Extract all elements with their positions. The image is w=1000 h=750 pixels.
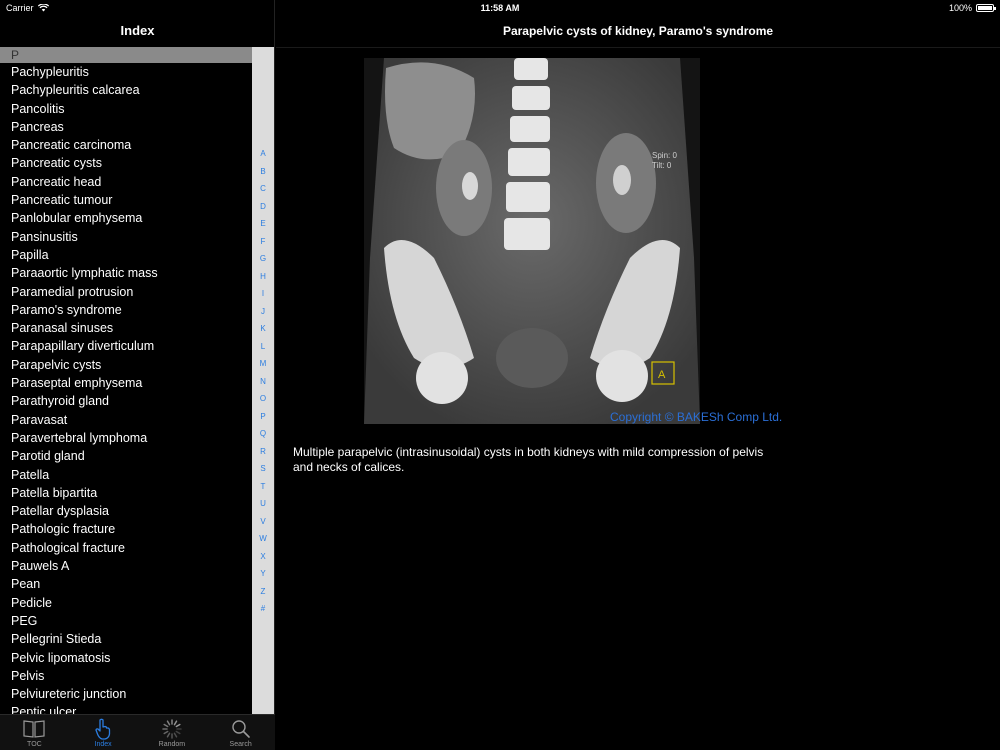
detail-panel: Parapelvic cysts of kidney, Paramo's syn…	[276, 0, 1000, 750]
alphabet-index-letter[interactable]: M	[252, 355, 274, 373]
alphabet-index-letter[interactable]: I	[252, 285, 274, 303]
index-list-item[interactable]: Pelviureteric junction	[0, 685, 252, 703]
ct-scan-image[interactable]: Spin: 0 Tilt: 0 A	[364, 58, 700, 424]
index-list-item[interactable]: Pachypleuritis	[0, 63, 252, 81]
index-list-item[interactable]: Pedicle	[0, 594, 252, 612]
tab-index-label: Index	[94, 741, 112, 748]
alphabet-index-letter[interactable]: T	[252, 478, 274, 496]
alphabet-index-letter[interactable]: A	[252, 145, 274, 163]
alphabet-index-letter[interactable]: U	[252, 495, 274, 513]
alphabet-index-letter[interactable]: P	[252, 408, 274, 426]
detail-title: Parapelvic cysts of kidney, Paramo's syn…	[502, 24, 774, 38]
index-list-item[interactable]: Parathyroid gland	[0, 392, 252, 410]
alphabet-index-letter[interactable]: G	[252, 250, 274, 268]
tab-bar: TOC Index Random Search	[0, 714, 275, 750]
index-list-item[interactable]: Pancreatic tumour	[0, 191, 252, 209]
index-list-item[interactable]: Pean	[0, 575, 252, 593]
alphabet-index-letter[interactable]: O	[252, 390, 274, 408]
alphabet-index-letter[interactable]: Q	[252, 425, 274, 443]
index-list-item[interactable]: Paravertebral lymphoma	[0, 429, 252, 447]
section-header: P	[0, 47, 252, 63]
pointing-hand-icon	[95, 718, 111, 740]
index-list-item[interactable]: Patella bipartita	[0, 484, 252, 502]
index-list-item[interactable]: PEG	[0, 612, 252, 630]
index-list-item[interactable]: Pachypleuritis calcarea	[0, 81, 252, 99]
alphabet-index-letter[interactable]: W	[252, 530, 274, 548]
alphabet-index-letter[interactable]: Y	[252, 565, 274, 583]
index-list-item[interactable]: Paravasat	[0, 411, 252, 429]
alphabet-index-letter[interactable]: F	[252, 233, 274, 251]
index-list-item[interactable]: Pauwels A	[0, 557, 252, 575]
index-list-item[interactable]: Panlobular emphysema	[0, 209, 252, 227]
tab-search[interactable]: Search	[206, 715, 275, 750]
index-list-item[interactable]: Pelvis	[0, 667, 252, 685]
alphabet-index-letter[interactable]: V	[252, 513, 274, 531]
tab-random-label: Random	[158, 741, 186, 748]
index-list-item[interactable]: Patella	[0, 466, 252, 484]
alphabet-index-letter[interactable]: #	[252, 600, 274, 618]
copyright-notice: Copyright © BAKESh Comp Ltd.	[610, 410, 783, 424]
alphabet-index-letter[interactable]: N	[252, 373, 274, 391]
index-list-item[interactable]: Parotid gland	[0, 447, 252, 465]
index-list-item[interactable]: Pathological fracture	[0, 539, 252, 557]
index-list-item[interactable]: Pathologic fracture	[0, 520, 252, 538]
alphabet-index-letter[interactable]: B	[252, 163, 274, 181]
index-list-item[interactable]: Peptic ulcer	[0, 703, 252, 714]
alphabet-index-letter[interactable]: J	[252, 303, 274, 321]
tab-search-label: Search	[229, 741, 252, 748]
index-list-item[interactable]: Parapelvic cysts	[0, 356, 252, 374]
index-list-item[interactable]: Paramedial protrusion	[0, 283, 252, 301]
index-list-item[interactable]: Pelvic lipomatosis	[0, 649, 252, 667]
index-list-item[interactable]: Pancreatic cysts	[0, 154, 252, 172]
index-list-item[interactable]: Pancreatic carcinoma	[0, 136, 252, 154]
index-list-item[interactable]: Pansinusitis	[0, 228, 252, 246]
ct-overlay-spin: Spin: 0	[652, 151, 677, 160]
nav-divider	[276, 47, 1000, 48]
index-list-item[interactable]: Paramo's syndrome	[0, 301, 252, 319]
index-list-item[interactable]: Papilla	[0, 246, 252, 264]
index-list-item[interactable]: Pancolitis	[0, 100, 252, 118]
tab-random[interactable]: Random	[138, 715, 207, 750]
index-list-item[interactable]: Paraaortic lymphatic mass	[0, 264, 252, 282]
search-icon	[231, 720, 250, 738]
index-list-item[interactable]: Pancreas	[0, 118, 252, 136]
index-list-item[interactable]: Parapapillary diverticulum	[0, 337, 252, 355]
alphabet-index-letter[interactable]: Z	[252, 583, 274, 601]
ct-marker-letter: A	[658, 369, 666, 381]
alphabet-index-letter[interactable]: X	[252, 548, 274, 566]
index-list[interactable]: P Pachypleuritis Pachypleuritis calcarea P…	[0, 47, 252, 714]
alphabet-index-letter[interactable]: R	[252, 443, 274, 461]
index-title: Index	[120, 23, 155, 38]
alphabet-index-letter[interactable]: L	[252, 338, 274, 356]
index-list-item[interactable]: Paranasal sinuses	[0, 319, 252, 337]
image-description: Multiple parapelvic (intrasinusoidal) cy…	[293, 445, 764, 474]
index-list-item[interactable]: Patellar dysplasia	[0, 502, 252, 520]
ct-scan-drawing: Spin: 0 Tilt: 0 A	[364, 58, 700, 424]
index-list-item[interactable]: Pancreatic head	[0, 173, 252, 191]
alphabet-index-letter[interactable]: S	[252, 460, 274, 478]
alphabet-index-letter[interactable]: E	[252, 215, 274, 233]
spinner-icon	[162, 719, 182, 739]
alphabet-index-letter[interactable]: D	[252, 198, 274, 216]
alphabet-index-letter[interactable]: K	[252, 320, 274, 338]
alphabet-index-letter[interactable]: H	[252, 268, 274, 286]
alphabet-index-bar[interactable]: A B C D E F G H I J K L M N O P Q R S T U V W X Y Z #	[252, 47, 274, 714]
index-list-item[interactable]: Pellegrini Stieda	[0, 630, 252, 648]
book-icon	[23, 720, 45, 738]
tab-toc-label: TOC	[27, 741, 42, 748]
tab-index[interactable]: Index	[69, 715, 138, 750]
index-panel: Index P Pachypleuritis Pachypleuritis cal…	[0, 0, 275, 750]
tab-toc[interactable]: TOC	[0, 715, 69, 750]
ct-overlay-tilt: Tilt: 0	[652, 161, 672, 170]
index-list-item[interactable]: Paraseptal emphysema	[0, 374, 252, 392]
alphabet-index-letter[interactable]: C	[252, 180, 274, 198]
